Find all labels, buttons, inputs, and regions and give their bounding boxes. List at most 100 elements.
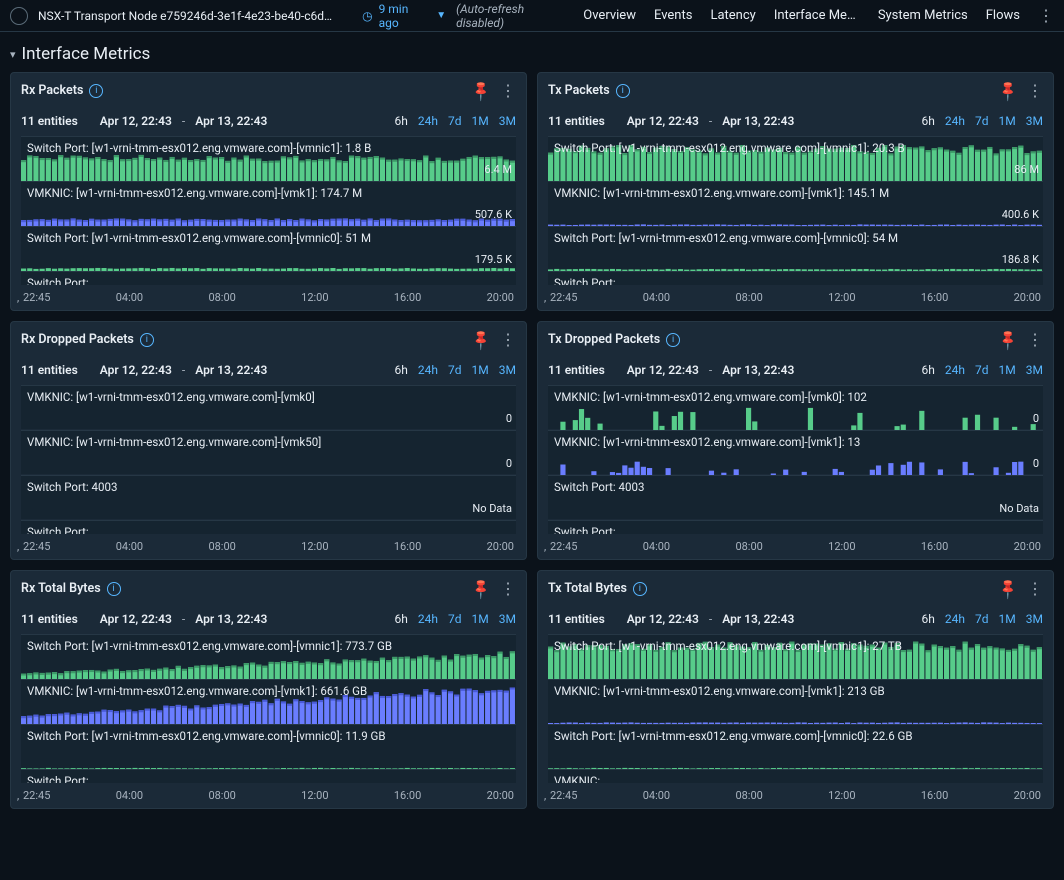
chart-lane: Switch Port: [w1-vrni-tmm-esx012.eng.vmw… <box>21 634 516 678</box>
range-sep: - <box>709 612 712 626</box>
x-tick: 16:00 <box>921 789 948 802</box>
info-icon[interactable]: i <box>616 84 630 98</box>
card-header: Rx Packets i 📌 ⋮ <box>21 81 516 100</box>
lane-label: VMKNIC: [w1-vrni-tmm-esx012.eng.vmware.c… <box>554 186 889 200</box>
quick-7d[interactable]: 7d <box>448 114 462 128</box>
quick-6h[interactable]: 6h <box>922 612 935 626</box>
chart-lane: Switch Port: [w1-vrni-tmm-esx012.eng.vmw… <box>21 226 516 270</box>
x-tick: 22:45 <box>550 789 577 802</box>
quick-24h[interactable]: 24h <box>945 363 965 377</box>
section-header[interactable]: ▾ Interface Metrics <box>10 44 1054 64</box>
chart-lane: Switch Port: [w1-vrni-tmm-esx012.eng.vmw… <box>548 226 1043 270</box>
card-title: Rx Total Bytes <box>21 581 101 596</box>
pin-icon[interactable]: 📌 <box>996 79 1020 103</box>
quick-3M[interactable]: 3M <box>1026 363 1043 377</box>
card-menu-icon[interactable]: ⋮ <box>1027 81 1043 100</box>
lane-right-value: 0 <box>1033 457 1039 470</box>
cards-grid: Rx Packets i 📌 ⋮ 11 entities Apr 12, 22:… <box>10 72 1054 809</box>
quick-24h[interactable]: 24h <box>945 114 965 128</box>
info-icon[interactable]: i <box>666 333 680 347</box>
pin-icon[interactable]: 📌 <box>996 577 1020 601</box>
range-from: Apr 12, 22:43 <box>627 363 699 377</box>
quick-24h[interactable]: 24h <box>418 612 438 626</box>
quick-range: 6h 24h 7d 1M 3M <box>922 363 1043 377</box>
quick-1M[interactable]: 1M <box>999 114 1016 128</box>
quick-3M[interactable]: 3M <box>499 363 516 377</box>
lane-label: VMKNIC: [w1-vrni-tmm-esx012.eng.vmware.c… <box>27 186 362 200</box>
x-tick: 04:00 <box>116 291 143 304</box>
tab-flows[interactable]: Flows <box>986 8 1020 23</box>
date-range[interactable]: Apr 12, 22:43 - Apr 13, 22:43 <box>627 114 795 128</box>
quick-24h[interactable]: 24h <box>945 612 965 626</box>
quick-7d[interactable]: 7d <box>448 363 462 377</box>
card-menu-icon[interactable]: ⋮ <box>500 330 516 349</box>
quick-1M[interactable]: 1M <box>999 612 1016 626</box>
quick-3M[interactable]: 3M <box>499 612 516 626</box>
entity-count: 11 entities <box>548 363 605 377</box>
tab-interface-metrics[interactable]: Interface Metri… <box>774 8 860 23</box>
quick-1M[interactable]: 1M <box>472 363 489 377</box>
pin-icon[interactable]: 📌 <box>469 577 493 601</box>
nodata-label: No Data <box>472 502 512 515</box>
date-range[interactable]: Apr 12, 22:43 - Apr 13, 22:43 <box>627 363 795 377</box>
auto-refresh-status: (Auto-refresh disabled) <box>456 2 573 30</box>
quick-1M[interactable]: 1M <box>472 612 489 626</box>
quick-24h[interactable]: 24h <box>418 363 438 377</box>
chart-lane: VMKNIC: [w1-vrni-tmm-esx012.eng.vmware.c… <box>548 679 1043 723</box>
card-menu-icon[interactable]: ⋮ <box>500 81 516 100</box>
pin-icon[interactable]: 📌 <box>469 328 493 352</box>
date-range[interactable]: Apr 12, 22:43 - Apr 13, 22:43 <box>100 363 268 377</box>
lane-label: Switch Port: [w1-vrni-tmm-esx012.eng.vmw… <box>27 231 371 245</box>
quick-7d[interactable]: 7d <box>975 114 989 128</box>
lane-right-value: 0 <box>506 457 512 470</box>
pin-icon[interactable]: 📌 <box>996 328 1020 352</box>
date-range[interactable]: Apr 12, 22:43 - Apr 13, 22:43 <box>100 612 268 626</box>
pin-icon[interactable]: 📌 <box>469 79 493 103</box>
card-menu-icon[interactable]: ⋮ <box>500 579 516 598</box>
lanes: VMKNIC: [w1-vrni-tmm-esx012.eng.vmware.c… <box>548 385 1043 534</box>
info-icon[interactable]: i <box>633 582 647 596</box>
x-tick: 16:00 <box>921 540 948 553</box>
quick-6h[interactable]: 6h <box>395 363 408 377</box>
nodata-label: No Data <box>999 502 1039 515</box>
quick-7d[interactable]: 7d <box>448 612 462 626</box>
header-overflow-menu[interactable]: ⋮ <box>1038 8 1054 24</box>
chart-lane: VMKNIC: [w1-vrni-tmm-esx012.eng.vmware.c… <box>21 430 516 474</box>
chart-lane: Switch Port: [w1-vrni-tmm-esx012.eng.vmw… <box>548 724 1043 768</box>
tab-events[interactable]: Events <box>654 8 692 23</box>
info-icon[interactable]: i <box>140 333 154 347</box>
quick-6h[interactable]: 6h <box>395 114 408 128</box>
info-icon[interactable]: i <box>89 84 103 98</box>
lane-right-value: 507.6 K <box>475 208 512 221</box>
refresh-age[interactable]: ◷ 9 min ago ▼ <box>362 2 446 30</box>
card-actions: 📌 ⋮ <box>473 579 516 598</box>
tab-system-metrics[interactable]: System Metrics <box>878 8 968 23</box>
card-actions: 📌 ⋮ <box>1000 330 1043 349</box>
chart-lane-cut: Switch Port: … <box>548 520 1043 534</box>
quick-3M[interactable]: 3M <box>1026 114 1043 128</box>
quick-6h[interactable]: 6h <box>922 363 935 377</box>
info-icon[interactable]: i <box>107 582 121 596</box>
card-menu-icon[interactable]: ⋮ <box>1027 330 1043 349</box>
lane-label: Switch Port: [w1-vrni-tmm-esx012.eng.vmw… <box>27 729 386 743</box>
x-tick: 12:00 <box>301 291 328 304</box>
card-menu-icon[interactable]: ⋮ <box>1027 579 1043 598</box>
date-range[interactable]: Apr 12, 22:43 - Apr 13, 22:43 <box>627 612 795 626</box>
quick-6h[interactable]: 6h <box>395 612 408 626</box>
quick-7d[interactable]: 7d <box>975 363 989 377</box>
tab-overview[interactable]: Overview <box>583 8 636 23</box>
lanes: Switch Port: [w1-vrni-tmm-esx012.eng.vmw… <box>548 136 1043 285</box>
quick-3M[interactable]: 3M <box>1026 612 1043 626</box>
quick-24h[interactable]: 24h <box>418 114 438 128</box>
tab-latency[interactable]: Latency <box>710 8 755 23</box>
quick-6h[interactable]: 6h <box>922 114 935 128</box>
lane-label: Switch Port: [w1-vrni-tmm-esx012.eng.vmw… <box>554 729 913 743</box>
quick-7d[interactable]: 7d <box>975 612 989 626</box>
lane-right-value: 400.6 K <box>1002 208 1039 221</box>
quick-3M[interactable]: 3M <box>499 114 516 128</box>
entity-count: 11 entities <box>21 612 78 626</box>
date-range[interactable]: Apr 12, 22:43 - Apr 13, 22:43 <box>100 114 268 128</box>
quick-1M[interactable]: 1M <box>472 114 489 128</box>
lane-label: Switch Port: 4003 <box>554 480 644 494</box>
quick-1M[interactable]: 1M <box>999 363 1016 377</box>
